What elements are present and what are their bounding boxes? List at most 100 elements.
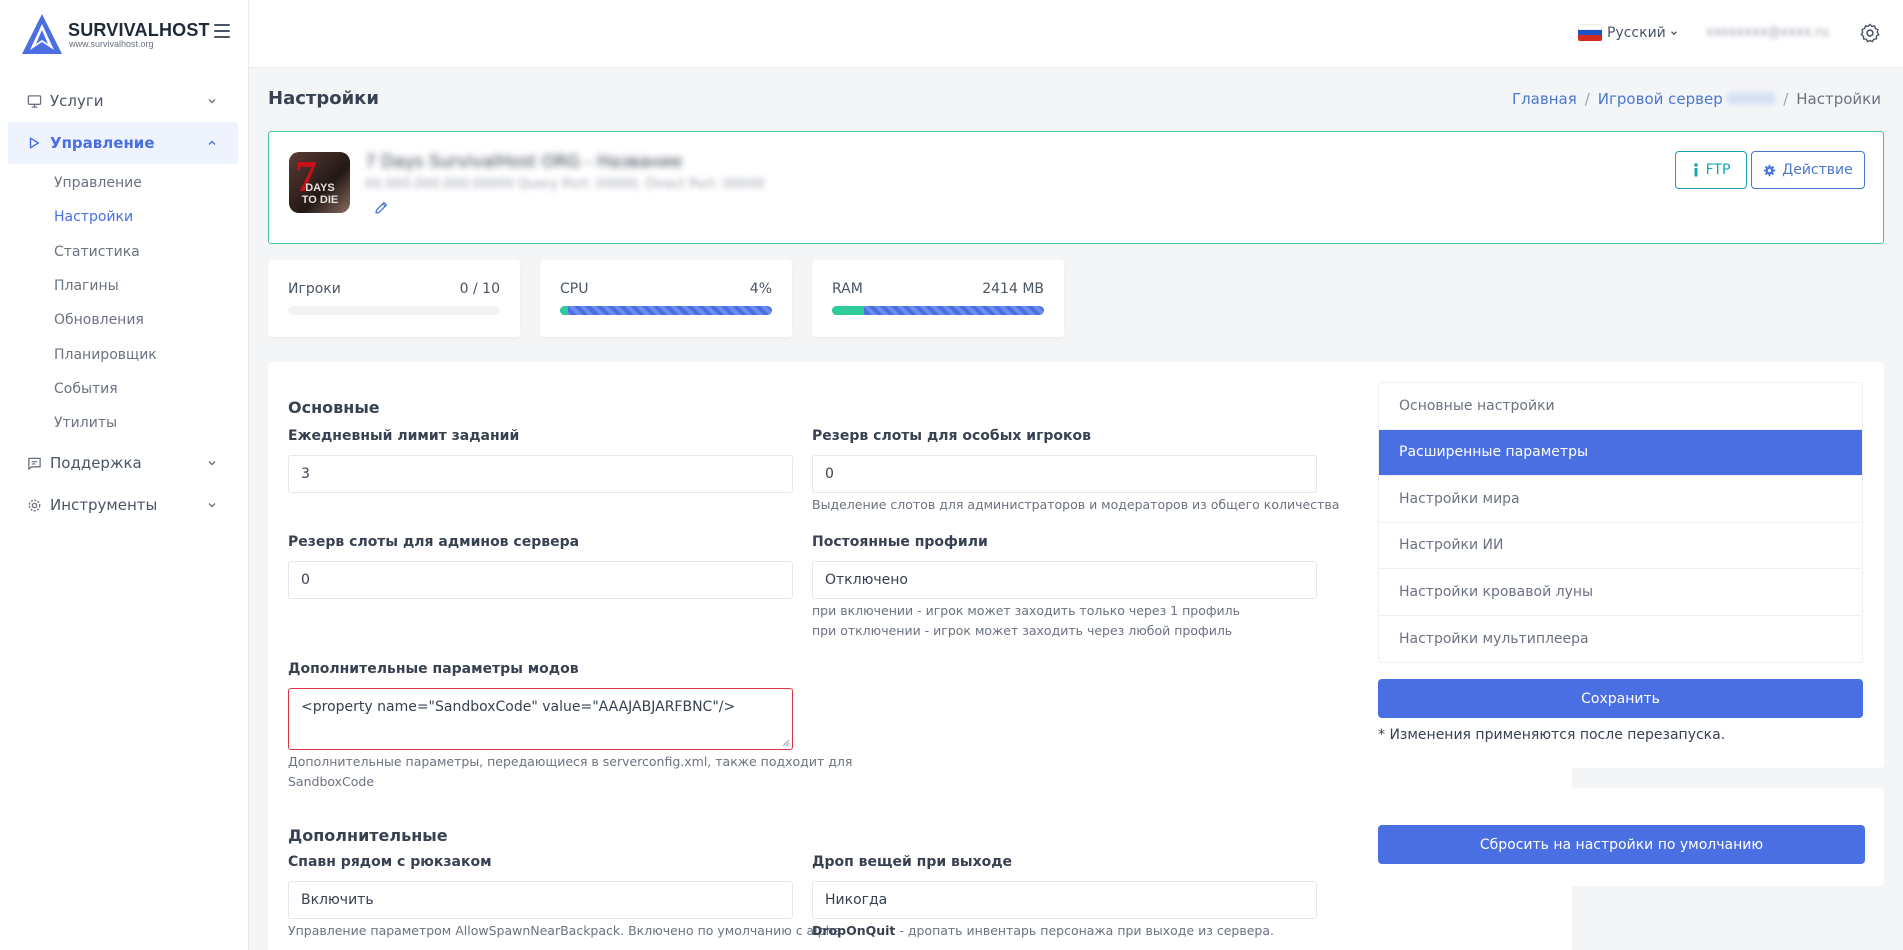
sidebar-item-services[interactable]: Услуги: [8, 80, 238, 122]
ram-stat-card: RAM 2414 MB: [812, 260, 1064, 337]
gear-icon: [26, 497, 42, 513]
page-title: Настройки: [268, 88, 380, 109]
submenu-item-updates[interactable]: Обновления: [8, 303, 238, 337]
sidebar-item-label: Поддержка: [50, 454, 142, 473]
players-stat-card: Игроки 0 / 10: [268, 260, 520, 337]
reserved-special-input[interactable]: 0: [812, 455, 1317, 493]
topbar: Русский xxxxxxxx@xxxx.ru: [249, 0, 1903, 68]
management-submenu: Управление Настройки Статистика Плагины …: [8, 164, 238, 442]
language-label: Русский: [1607, 24, 1666, 41]
tab-basic-settings[interactable]: Основные настройки: [1379, 383, 1862, 430]
tab-blood-moon-settings[interactable]: Настройки кровавой луны: [1379, 569, 1862, 616]
persistent-profiles-help-2: при отключении - игрок может заходить че…: [812, 623, 1233, 638]
language-selector[interactable]: Русский: [1578, 24, 1679, 41]
settings-gear-icon[interactable]: [1859, 22, 1881, 44]
action-label: Действие: [1782, 162, 1853, 178]
persistent-profiles-label: Постоянные профили: [812, 534, 988, 550]
chevron-down-icon: [1670, 30, 1677, 35]
breadcrumb-home[interactable]: Главная: [1512, 90, 1577, 108]
cpu-progress-bar: [560, 306, 772, 315]
drop-on-quit-help-key: DropOnQuit: [812, 923, 896, 938]
persistent-profiles-select[interactable]: Отключено: [812, 561, 1317, 599]
drop-on-quit-label: Дроп вещей при выходе: [812, 854, 1013, 870]
cpu-label: CPU: [560, 281, 589, 297]
breadcrumb: Главная / Игровой сервер 00000 / Настрой…: [1512, 90, 1881, 108]
spawn-backpack-help: Управление параметром AllowSpawnNearBack…: [288, 923, 842, 938]
reset-panel: Сбросить на настройки по умолчанию: [1358, 788, 1884, 886]
submenu-item-scheduler[interactable]: Планировщик: [8, 337, 238, 371]
ftp-button[interactable]: FTP: [1675, 151, 1747, 189]
breadcrumb-server-label: Игровой сервер: [1597, 90, 1723, 108]
tab-multiplayer-settings[interactable]: Настройки мультиплеера: [1379, 616, 1862, 663]
tab-advanced-params[interactable]: Расширенные параметры: [1379, 429, 1862, 476]
tab-world-settings[interactable]: Настройки мира: [1379, 476, 1862, 523]
sidebar: SURVIVALHOST www.survivalhost.org Услуги…: [0, 0, 249, 950]
drop-on-quit-select[interactable]: Никогда: [812, 881, 1317, 919]
game-logo-image: 7 DAYS TO DIE: [289, 152, 350, 213]
settings-tabs-panel: Основные настройки Расширенные параметры…: [1358, 362, 1884, 768]
breadcrumb-server-id: 00000: [1727, 90, 1776, 108]
mods-params-help-2: SandboxCode: [288, 774, 375, 789]
players-value: 0 / 10: [459, 281, 500, 297]
reserved-admins-input[interactable]: 0: [288, 561, 793, 599]
submenu-item-management[interactable]: Управление: [8, 166, 238, 200]
cpu-value: 4%: [749, 281, 772, 297]
server-card: 7 DAYS TO DIE 7 Days SurvivalHost ORG - …: [268, 131, 1884, 244]
game-logo-text: DAYS TO DIE: [301, 182, 339, 206]
section-title-extra: Дополнительные: [288, 826, 448, 845]
reset-defaults-button[interactable]: Сбросить на настройки по умолчанию: [1378, 825, 1865, 864]
save-button[interactable]: Сохранить: [1378, 679, 1863, 718]
chevron-down-icon: [208, 503, 216, 508]
sidebar-item-label: Управление: [50, 134, 155, 152]
submenu-item-statistics[interactable]: Статистика: [8, 235, 238, 269]
chevron-up-icon: [208, 140, 216, 145]
ram-label: RAM: [832, 281, 863, 297]
server-address: 00.000.000.000:00000 Query Port: 00000, …: [365, 177, 765, 192]
play-icon: [26, 135, 42, 151]
chevron-down-icon: [208, 461, 216, 466]
russia-flag-icon: [1578, 24, 1602, 41]
cpu-stat-card: CPU 4%: [540, 260, 792, 337]
sidebar-item-management[interactable]: Управление: [8, 122, 238, 164]
submenu-item-settings[interactable]: Настройки: [8, 200, 238, 234]
spawn-backpack-select[interactable]: Включить: [288, 881, 793, 919]
mods-params-textarea[interactable]: <property name="SandboxCode" value="AAAJ…: [288, 688, 793, 750]
settings-tabs: Основные настройки Расширенные параметры…: [1378, 382, 1863, 663]
brand-name: SURVIVALHOST: [68, 20, 210, 40]
mods-params-help-1: Дополнительные параметры, передающиеся в…: [288, 754, 853, 769]
drop-on-quit-help-text: - дропать инвентарь персонажа при выходе…: [895, 923, 1274, 938]
pencil-icon[interactable]: [373, 200, 389, 216]
cog-icon: [1764, 164, 1776, 176]
daily-limit-label: Ежедневный лимит заданий: [288, 428, 520, 444]
reserved-admins-label: Резерв слоты для админов сервера: [288, 534, 580, 550]
action-button[interactable]: Действие: [1751, 151, 1865, 189]
monitor-icon: [26, 93, 42, 109]
breadcrumb-current: Настройки: [1796, 90, 1881, 108]
submenu-item-events[interactable]: События: [8, 372, 238, 406]
resize-handle-icon[interactable]: [782, 739, 790, 747]
sidebar-item-tools[interactable]: Инструменты: [8, 484, 238, 526]
submenu-item-utilities[interactable]: Утилиты: [8, 406, 238, 440]
players-progress-bar: [288, 306, 500, 315]
reserved-special-label: Резерв слоты для особых игроков: [812, 428, 1092, 444]
ram-value: 2414 MB: [982, 281, 1044, 297]
persistent-profiles-help-1: при включении - игрок может заходить тол…: [812, 603, 1241, 618]
section-title-main: Основные: [288, 398, 380, 417]
breadcrumb-server[interactable]: Игровой сервер 00000: [1598, 90, 1775, 108]
user-menu[interactable]: xxxxxxxx@xxxx.ru: [1706, 25, 1829, 40]
menu-toggle-icon[interactable]: [214, 24, 230, 38]
ram-progress-bar: [832, 306, 1044, 315]
message-icon: [26, 455, 42, 471]
sidebar-item-support[interactable]: Поддержка: [8, 442, 238, 484]
server-name: 7 Days SurvivalHost ORG - Название: [365, 152, 683, 172]
logo[interactable]: SURVIVALHOST www.survivalhost.org: [20, 12, 210, 56]
tab-ai-settings[interactable]: Настройки ИИ: [1379, 523, 1862, 569]
chevron-down-icon: [208, 99, 216, 104]
ram-progress-fill: [832, 306, 864, 315]
submenu-item-plugins[interactable]: Плагины: [8, 269, 238, 303]
mods-params-value: <property name="SandboxCode" value="AAAJ…: [301, 699, 736, 715]
drop-on-quit-help: DropOnQuit - дропать инвентарь персонажа…: [812, 921, 1274, 941]
daily-limit-input[interactable]: 3: [288, 455, 793, 493]
sidebar-nav: Услуги Управление Управление Настройки С…: [8, 80, 238, 526]
breadcrumb-separator: /: [1584, 90, 1590, 108]
